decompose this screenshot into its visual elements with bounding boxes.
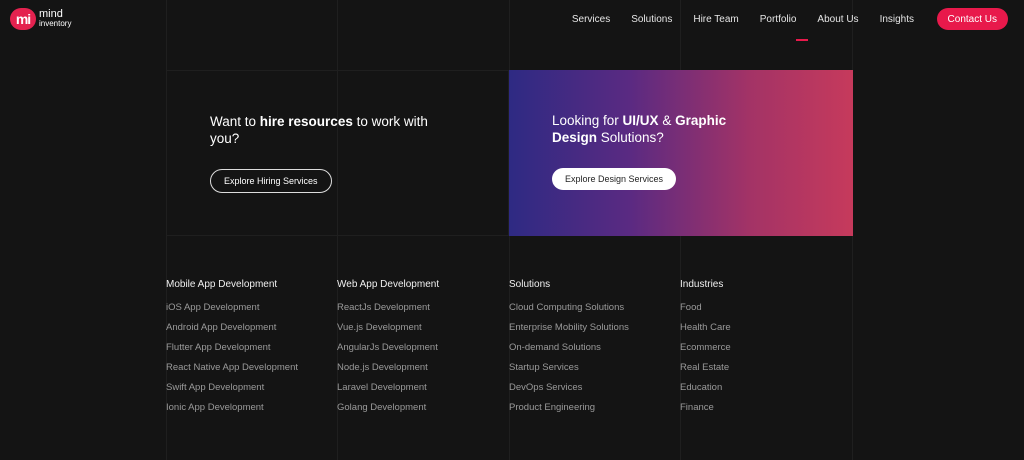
footer-link[interactable]: Health Care (680, 318, 850, 338)
footer-link[interactable]: On-demand Solutions (509, 338, 679, 358)
nav-services[interactable]: Services (572, 14, 610, 25)
nav-about-us[interactable]: About Us (817, 14, 858, 25)
footer-link[interactable]: Android App Development (166, 318, 336, 338)
footer-link[interactable]: AngularJs Development (337, 338, 507, 358)
footer-link[interactable]: DevOps Services (509, 378, 679, 398)
footer-column-industries: Industries Food Health Care Ecommerce Re… (680, 279, 850, 418)
footer-column-mobile: Mobile App Development iOS App Developme… (166, 279, 336, 418)
footer-link[interactable]: Vue.js Development (337, 318, 507, 338)
footer-link[interactable]: Golang Development (337, 398, 507, 418)
brand-logo[interactable]: mi mind inventory (10, 8, 71, 30)
footer-column-web: Web App Development ReactJs Development … (337, 279, 507, 418)
logo-wordmark: mind inventory (39, 8, 72, 29)
footer-column-title[interactable]: Mobile App Development (166, 279, 336, 290)
hire-text-pre: Want to (210, 114, 260, 129)
page: mi mind inventory Services Solutions Hir… (0, 0, 1024, 460)
footer-link[interactable]: Food (680, 298, 850, 318)
contact-us-button[interactable]: Contact Us (936, 8, 1008, 30)
explore-hiring-button[interactable]: Explore Hiring Services (210, 169, 332, 193)
footer-link[interactable]: Ionic App Development (166, 398, 336, 418)
footer-column-title[interactable]: Industries (680, 279, 850, 290)
design-text-mid: & (658, 113, 676, 128)
logo-line-1: mind (39, 8, 63, 20)
footer-link[interactable]: Finance (680, 398, 850, 418)
footer-link[interactable]: Enterprise Mobility Solutions (509, 318, 679, 338)
footer-link[interactable]: Real Estate (680, 358, 850, 378)
logo-mark: mi (10, 8, 36, 30)
footer-link[interactable]: Startup Services (509, 358, 679, 378)
nav-active-indicator (796, 39, 808, 41)
footer-link[interactable]: Flutter App Development (166, 338, 336, 358)
design-promo-text: Looking for UI/UX & Graphic Design Solut… (552, 112, 772, 146)
design-text-post: Solutions? (597, 130, 664, 145)
footer-link[interactable]: React Native App Development (166, 358, 336, 378)
footer-column-solutions: Solutions Cloud Computing Solutions Ente… (509, 279, 679, 418)
nav-portfolio[interactable]: Portfolio (760, 14, 797, 25)
footer-link[interactable]: Product Engineering (509, 398, 679, 418)
footer-link[interactable]: ReactJs Development (337, 298, 507, 318)
hire-promo-text: Want to hire resources to work with you? (210, 113, 430, 147)
design-promo-card: Looking for UI/UX & Graphic Design Solut… (509, 70, 853, 236)
logo-line-2: inventory (39, 19, 72, 28)
footer-link[interactable]: Swift App Development (166, 378, 336, 398)
footer-column-title[interactable]: Web App Development (337, 279, 507, 290)
nav-solutions[interactable]: Solutions (631, 14, 672, 25)
footer-link[interactable]: Cloud Computing Solutions (509, 298, 679, 318)
hire-text-bold: hire resources (259, 114, 353, 129)
footer-link[interactable]: Laravel Development (337, 378, 507, 398)
footer-link[interactable]: iOS App Development (166, 298, 336, 318)
footer-link[interactable]: Node.js Development (337, 358, 507, 378)
explore-design-button[interactable]: Explore Design Services (552, 168, 677, 190)
footer-column-title[interactable]: Solutions (509, 279, 679, 290)
footer-link[interactable]: Education (680, 378, 850, 398)
design-text-pre: Looking for (552, 113, 623, 128)
footer-link[interactable]: Ecommerce (680, 338, 850, 358)
design-text-bold-1: UI/UX (622, 113, 659, 128)
main-nav: Services Solutions Hire Team Portfolio A… (561, 8, 1008, 30)
nav-insights[interactable]: Insights (880, 14, 914, 25)
hire-promo-card: Want to hire resources to work with you?… (166, 70, 509, 236)
nav-hire-team[interactable]: Hire Team (693, 14, 738, 25)
